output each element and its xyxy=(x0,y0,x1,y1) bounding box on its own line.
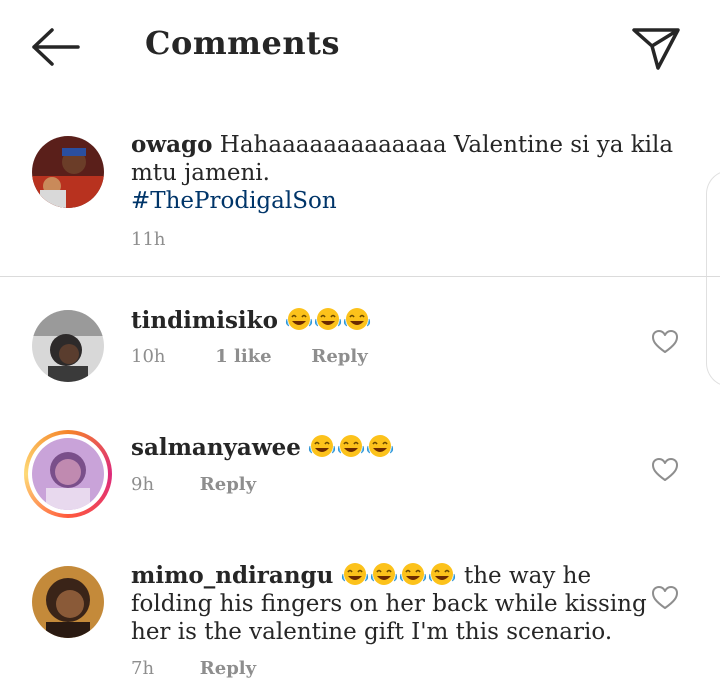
comment-time: 7h xyxy=(131,658,155,679)
caption-username[interactable]: owago xyxy=(131,131,212,158)
caption-time: 11h xyxy=(131,229,166,250)
comment-time: 9h xyxy=(131,474,155,495)
avatar[interactable] xyxy=(32,136,104,208)
likes-count-button[interactable]: 1 like xyxy=(215,346,271,367)
page-title: Comments xyxy=(145,24,340,62)
comment-time: 10h xyxy=(131,346,166,367)
emoji-group xyxy=(285,308,372,334)
face-with-tears-of-joy-icon xyxy=(399,563,426,585)
reply-button[interactable]: Reply xyxy=(200,474,256,495)
face-with-tears-of-joy-icon xyxy=(428,563,455,585)
comment-username[interactable]: tindimisiko xyxy=(131,307,278,334)
comment: salmanyawee xyxy=(131,434,651,462)
comment-username[interactable]: mimo_ndirangu xyxy=(131,562,333,589)
reply-button[interactable]: Reply xyxy=(200,658,256,679)
caption-hashtag[interactable]: #TheProdigalSon xyxy=(131,188,337,214)
arrow-left-icon[interactable] xyxy=(30,26,82,68)
face-with-tears-of-joy-icon xyxy=(370,563,397,585)
comment-meta: 9h Reply xyxy=(131,474,256,495)
comment: tindimisiko xyxy=(131,307,651,335)
emoji-group xyxy=(308,435,395,461)
comment-meta: 10h 1 like Reply xyxy=(131,346,368,367)
side-panel-edge xyxy=(706,170,720,387)
emoji-group xyxy=(341,563,464,589)
comment: mimo_ndirangu the way he folding his fin… xyxy=(131,562,651,646)
divider xyxy=(0,276,720,277)
avatar[interactable] xyxy=(32,310,104,382)
caption-meta: 11h xyxy=(131,229,166,250)
comment-username[interactable]: salmanyawee xyxy=(131,434,301,461)
top-bar: Comments xyxy=(0,0,720,92)
heart-icon[interactable] xyxy=(651,585,679,611)
face-with-tears-of-joy-icon xyxy=(315,308,342,330)
face-with-tears-of-joy-icon xyxy=(367,435,394,457)
face-with-tears-of-joy-icon xyxy=(309,435,336,457)
paper-plane-icon[interactable] xyxy=(630,24,682,72)
heart-icon[interactable] xyxy=(651,329,679,355)
story-ring[interactable] xyxy=(24,430,112,518)
avatar[interactable] xyxy=(32,438,104,510)
heart-icon[interactable] xyxy=(651,457,679,483)
face-with-tears-of-joy-icon xyxy=(341,563,368,585)
comment-meta: 7h Reply xyxy=(131,658,256,679)
face-with-tears-of-joy-icon xyxy=(286,308,313,330)
caption-body: Hahaaaaaaaaaaaaa Valentine si ya kila mt… xyxy=(131,132,674,186)
face-with-tears-of-joy-icon xyxy=(344,308,371,330)
reply-button[interactable]: Reply xyxy=(311,346,367,367)
face-with-tears-of-joy-icon xyxy=(338,435,365,457)
caption-text: owago Hahaaaaaaaaaaaaa Valentine si ya k… xyxy=(131,131,691,215)
avatar[interactable] xyxy=(32,566,104,638)
